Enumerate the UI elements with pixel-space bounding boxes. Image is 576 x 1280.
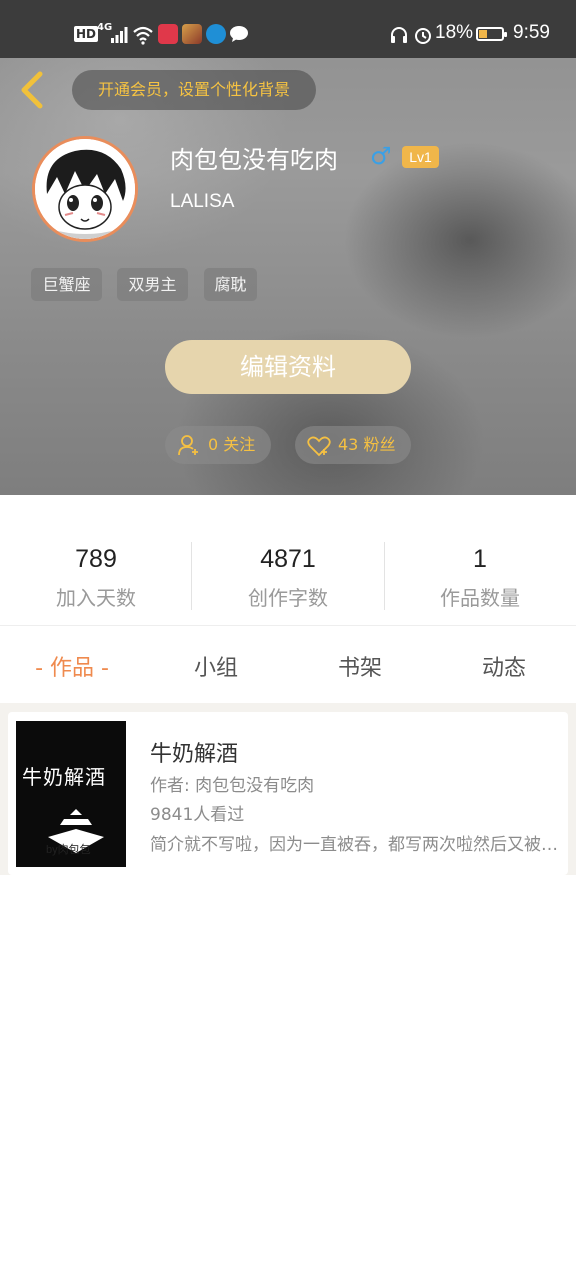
tab-bookshelf[interactable]: 书架 [288,650,432,682]
stat-works-count-label: 作品数量 [440,586,520,610]
person-add-icon [178,435,198,456]
app-notification-icon-game [182,24,202,44]
stat-works-count-value: 1 [473,545,487,573]
back-button[interactable] [12,68,52,112]
message-icon [230,26,248,42]
book-cover-signature: by肉包包 [46,844,91,856]
stat-word-count-value: 4871 [260,545,316,573]
wifi-icon [133,26,153,45]
followers-button[interactable]: 43 粉丝 [295,426,411,464]
following-label: 0 关注 [208,435,256,454]
avatar[interactable] [32,136,138,242]
chevron-left-icon [21,71,43,109]
profile-subname: LALISA [170,191,235,212]
app-notification-icon-blue [206,24,226,44]
app-notification-icon-red [158,24,178,44]
heart-icon [307,436,331,457]
battery-icon [476,27,507,41]
profile-username: 肉包包没有吃肉 [170,146,338,174]
divider [0,625,576,626]
book-title[interactable]: 牛奶解酒 [150,736,238,768]
tab-groups[interactable]: 小组 [144,650,288,682]
stat-days-joined-label: 加入天数 [56,586,136,610]
book-description: 简介就不写啦，因为一直被吞，都写两次啦然后又被吞了 [150,835,560,855]
clock-time: 9:59 [513,22,550,43]
hd-badge: HD [74,26,99,42]
level-badge: Lv1 [402,146,439,168]
headphones-icon [391,27,407,43]
stat-days-joined-value: 789 [75,545,117,573]
avatar-illustration [35,139,135,239]
male-gender-icon: ♂ [370,142,392,170]
book-cover-title: 牛奶解酒 [22,765,106,789]
tag-item: 巨蟹座 [31,268,102,301]
book-cover-image[interactable]: 牛奶解酒 by肉包包 [16,721,126,867]
following-button[interactable]: 0 关注 [165,426,271,464]
followers-label: 43 粉丝 [338,435,396,454]
tab-activity[interactable]: 动态 [432,650,576,682]
status-bar: HD 4G 18% 9:59 [0,0,576,58]
stat-word-count-label: 创作字数 [248,586,328,610]
book-view-count: 9841人看过 [150,805,245,825]
tab-works[interactable]: - 作品 - [0,650,144,682]
tag-item: 腐耽 [204,268,257,301]
alarm-icon [415,28,431,44]
vip-background-prompt[interactable]: 开通会员，设置个性化背景 [72,70,316,110]
tag-item: 双男主 [117,268,188,301]
edit-profile-button[interactable]: 编辑资料 [165,340,411,394]
battery-percent: 18% [435,22,474,43]
book-author: 作者: 肉包包没有吃肉 [150,776,315,796]
signal-icon [111,27,128,43]
